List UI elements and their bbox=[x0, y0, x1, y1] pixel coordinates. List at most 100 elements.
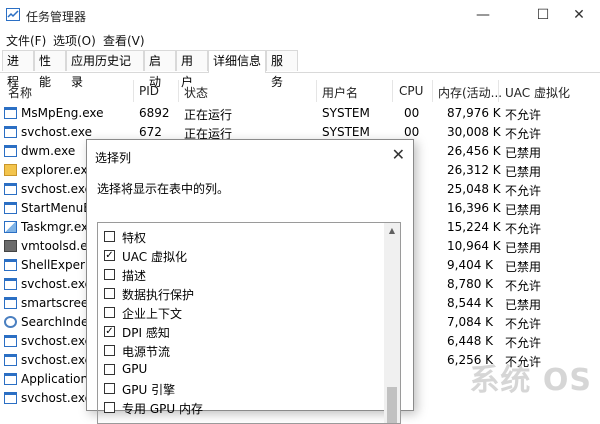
dialog-description: 选择将显示在表中的列。 bbox=[97, 182, 230, 196]
search-index-icon bbox=[4, 316, 17, 328]
menu-options[interactable]: 选项(O) bbox=[53, 32, 96, 49]
column-header-status[interactable]: 状态 bbox=[184, 84, 208, 101]
cell-name: svchost.exe bbox=[21, 125, 92, 139]
list-scrollbar[interactable]: ▲ bbox=[384, 223, 400, 423]
column-header-memory[interactable]: 内存(活动... bbox=[438, 84, 502, 101]
checked-checkbox[interactable]: ✓ bbox=[104, 250, 115, 261]
cell-memory: 9,404 K bbox=[447, 258, 494, 272]
cell-name: Taskmgr.exe bbox=[21, 220, 96, 234]
column-header-pid[interactable]: PID bbox=[139, 84, 159, 98]
cell-name: MsMpEng.exe bbox=[21, 106, 104, 120]
cell-name: svchost.exe bbox=[21, 353, 92, 367]
cell-memory: 8,544 K bbox=[447, 296, 494, 310]
unchecked-checkbox[interactable] bbox=[104, 231, 115, 242]
tab-details[interactable]: 详细信息 bbox=[208, 50, 266, 73]
tab-processes[interactable]: 进程 bbox=[2, 50, 34, 89]
cell-uac: 不允许 bbox=[505, 184, 542, 198]
cell-uac: 不允许 bbox=[505, 317, 542, 331]
cell-uac: 已禁用 bbox=[505, 146, 542, 160]
tab-startup[interactable]: 启动 bbox=[144, 50, 176, 89]
cell-uac: 已禁用 bbox=[505, 241, 542, 255]
column-option-item[interactable]: 数据执行保护 bbox=[104, 284, 374, 303]
column-divider[interactable] bbox=[432, 80, 433, 102]
checked-checkbox[interactable]: ✓ bbox=[104, 326, 115, 337]
column-option-label: UAC 虚拟化 bbox=[122, 250, 187, 264]
column-option-item[interactable]: 企业上下文 bbox=[104, 303, 374, 322]
tab-users[interactable]: 用户 bbox=[176, 50, 208, 89]
column-options-list[interactable]: 特权 ✓ UAC 虚拟化 描述 数据执行保护企业上下文 ✓ DPI 感知 电源节流 GPU GPU… bbox=[97, 222, 401, 424]
cell-memory: 7,084 K bbox=[447, 315, 494, 329]
column-option-item[interactable]: 电源节流 bbox=[104, 341, 374, 360]
column-option-item[interactable]: 描述 bbox=[104, 265, 374, 284]
cell-memory: 16,396 K bbox=[447, 201, 501, 215]
cell-uac: 已禁用 bbox=[505, 298, 542, 312]
menu-file[interactable]: 文件(F) bbox=[6, 32, 46, 49]
tab-performance[interactable]: 性能 bbox=[34, 50, 66, 89]
cell-pid: 6892 bbox=[139, 106, 170, 120]
exe-window-icon bbox=[4, 126, 17, 138]
unchecked-checkbox[interactable] bbox=[104, 364, 115, 375]
cell-uac: 不允许 bbox=[505, 222, 542, 236]
column-header-username[interactable]: 用户名 bbox=[322, 84, 358, 101]
unchecked-checkbox[interactable] bbox=[104, 307, 115, 318]
cell-username: SYSTEM bbox=[322, 125, 370, 139]
select-columns-dialog: 选择列 ✕ 选择将显示在表中的列。 特权 ✓ UAC 虚拟化 描述 数据执行保护 企业上下… bbox=[86, 139, 414, 424]
cell-username: SYSTEM bbox=[322, 106, 370, 120]
cell-uac: 已禁用 bbox=[505, 165, 542, 179]
cell-memory: 26,312 K bbox=[447, 163, 501, 177]
task-manager-app-icon bbox=[6, 8, 20, 21]
exe-window-icon bbox=[4, 392, 17, 404]
column-option-item[interactable]: GPU bbox=[104, 360, 374, 379]
column-header-uac[interactable]: UAC 虚拟化 bbox=[505, 84, 570, 101]
column-header-name[interactable]: 名称 bbox=[8, 84, 32, 101]
cell-uac: 已禁用 bbox=[505, 260, 542, 274]
scroll-up-icon[interactable]: ▲ bbox=[384, 223, 400, 239]
table-row[interactable]: MsMpEng.exe 6892 正在运行 SYSTEM 00 87,976 K 不允许 bbox=[0, 104, 600, 123]
column-option-label: GPU bbox=[122, 362, 148, 376]
column-header-cpu[interactable]: CPU bbox=[399, 84, 423, 98]
tab-app-history[interactable]: 应用历史记录 bbox=[66, 50, 144, 89]
cell-memory: 6,448 K bbox=[447, 334, 494, 348]
column-option-item[interactable]: ✓ UAC 虚拟化 bbox=[104, 246, 374, 265]
tab-services[interactable]: 服务 bbox=[266, 50, 298, 89]
watermark: 系统 OS bbox=[469, 363, 592, 398]
dialog-close-button[interactable]: ✕ bbox=[392, 145, 405, 164]
vm-icon bbox=[4, 240, 17, 252]
scrollbar-thumb[interactable] bbox=[387, 387, 397, 423]
column-option-item[interactable]: ✓ DPI 感知 bbox=[104, 322, 374, 341]
column-divider[interactable] bbox=[498, 80, 499, 102]
exe-window-icon bbox=[4, 107, 17, 119]
column-option-label: 特权 bbox=[122, 231, 147, 245]
column-divider[interactable] bbox=[316, 80, 317, 102]
cell-memory: 87,976 K bbox=[447, 106, 501, 120]
exe-window-icon bbox=[4, 278, 17, 290]
exe-window-icon bbox=[4, 183, 17, 195]
column-option-item[interactable]: 专用 GPU 内存 bbox=[104, 398, 374, 417]
minimize-button[interactable]: — bbox=[460, 0, 506, 30]
column-divider[interactable] bbox=[392, 80, 393, 102]
unchecked-checkbox[interactable] bbox=[104, 288, 115, 299]
menu-view[interactable]: 查看(V) bbox=[103, 32, 145, 49]
cell-pid: 672 bbox=[139, 125, 162, 139]
cell-uac: 不允许 bbox=[505, 127, 542, 141]
column-divider[interactable] bbox=[178, 80, 179, 102]
column-option-label: 企业上下文 bbox=[122, 307, 183, 321]
unchecked-checkbox[interactable] bbox=[104, 345, 115, 356]
cell-name: svchost.exe bbox=[21, 182, 92, 196]
column-option-item[interactable]: 特权 bbox=[104, 227, 374, 246]
cell-status: 正在运行 bbox=[184, 108, 233, 122]
folder-icon bbox=[4, 164, 17, 176]
cell-name: svchost.exe bbox=[21, 277, 92, 291]
column-option-item[interactable]: GPU 引擎 bbox=[104, 379, 374, 398]
exe-window-icon bbox=[4, 335, 17, 347]
exe-window-icon bbox=[4, 373, 17, 385]
unchecked-checkbox[interactable] bbox=[104, 402, 115, 413]
title-bar: 任务管理器 — ☐ ✕ bbox=[0, 0, 600, 30]
close-window-button[interactable]: ✕ bbox=[556, 0, 600, 30]
exe-window-icon bbox=[4, 354, 17, 366]
cell-uac: 不允许 bbox=[505, 336, 542, 350]
column-divider[interactable] bbox=[133, 80, 134, 102]
tab-bar: 进程 性能 应用历史记录 启动 用户 详细信息 服务 bbox=[0, 50, 600, 89]
unchecked-checkbox[interactable] bbox=[104, 383, 115, 394]
unchecked-checkbox[interactable] bbox=[104, 269, 115, 280]
